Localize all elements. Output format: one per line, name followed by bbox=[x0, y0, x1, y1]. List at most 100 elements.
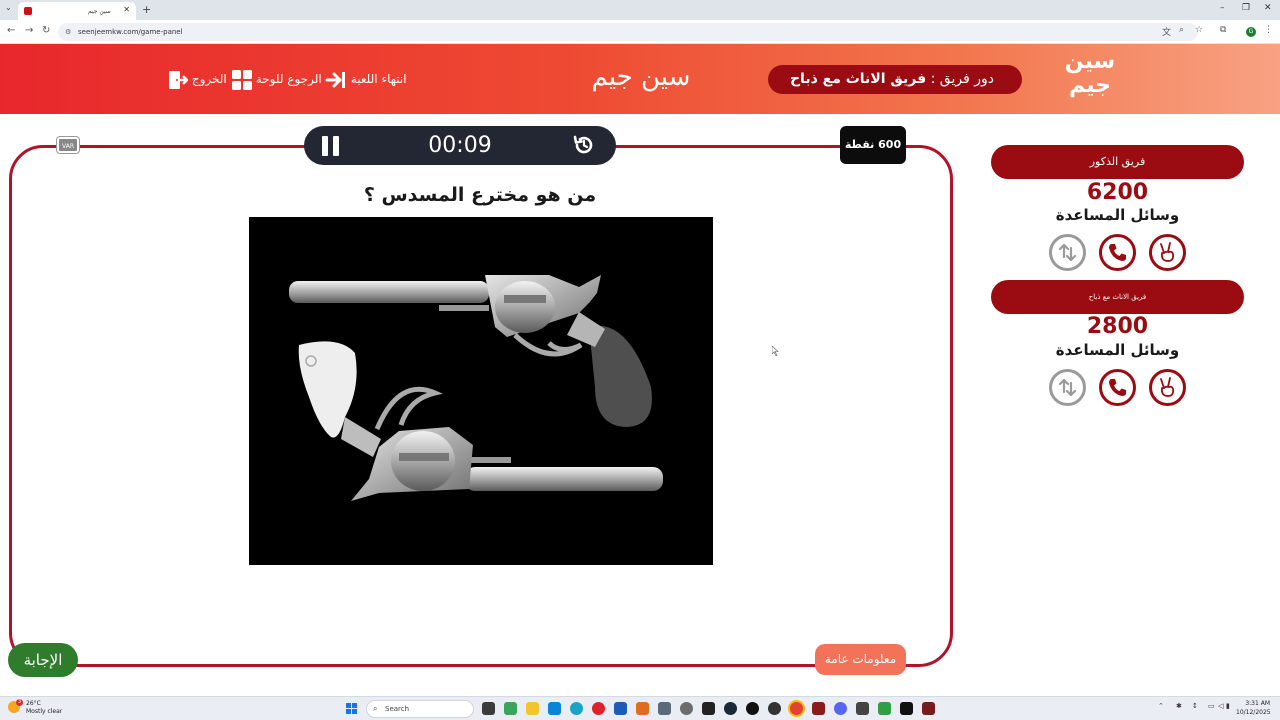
chrome-icon[interactable] bbox=[790, 702, 803, 715]
volume-icon[interactable]: ◁ bbox=[1218, 702, 1223, 710]
logo: سين جيم bbox=[1062, 50, 1118, 108]
team-1-swap-aid[interactable] bbox=[1049, 234, 1086, 271]
battery-icon[interactable]: ▮ bbox=[1226, 702, 1230, 710]
opera-icon[interactable] bbox=[592, 702, 605, 715]
window-close-icon[interactable]: ✕ bbox=[1264, 3, 1272, 13]
windows-start-icon[interactable] bbox=[346, 703, 358, 715]
back-icon[interactable]: ← bbox=[7, 25, 15, 36]
app-icon[interactable] bbox=[504, 702, 517, 715]
app-icon[interactable] bbox=[680, 702, 693, 715]
team-1-name: فريق الذكور bbox=[991, 145, 1244, 179]
team-2-name: فريق الاناث مع ذباح bbox=[991, 280, 1244, 314]
browser-tab[interactable]: سين جيم ✕ bbox=[18, 2, 136, 20]
category-badge[interactable]: معلومات عامة bbox=[815, 644, 906, 675]
team-2-swap-aid[interactable] bbox=[1049, 369, 1086, 406]
taskbar-search[interactable]: ⌕ Search bbox=[366, 700, 474, 718]
team-1-double-aid[interactable] bbox=[1149, 234, 1186, 271]
exit-door-icon bbox=[169, 70, 188, 89]
tray-app-icon[interactable]: ✱ bbox=[1176, 702, 1182, 710]
clock-date: 10/12/2025 bbox=[1236, 709, 1271, 716]
app-icon[interactable] bbox=[900, 702, 913, 715]
tab-list-icon[interactable]: ⌄ bbox=[5, 3, 12, 12]
reload-icon[interactable]: ↻ bbox=[42, 25, 50, 36]
forward-icon[interactable]: → bbox=[25, 25, 33, 36]
swap-icon bbox=[1058, 243, 1077, 262]
logo-line-2: جيم bbox=[1068, 73, 1112, 98]
url-text: seenjeemkw.com/game-panel bbox=[78, 28, 183, 36]
brand-title: سين جيم bbox=[591, 62, 691, 92]
turn-team-name: فريق الاناث مع ذباح bbox=[789, 71, 927, 87]
zoom-icon[interactable]: ⌕ bbox=[1179, 25, 1184, 35]
close-tab-icon[interactable]: ✕ bbox=[123, 5, 130, 14]
turn-prefix: دور فريق : bbox=[930, 71, 994, 87]
app-icon[interactable] bbox=[548, 702, 561, 715]
logo-line-1: سين bbox=[1064, 49, 1116, 74]
windows-taskbar: 3 26°C Mostly clear ⌕ Search ⌃ ✱ ↕ ▭ ◁ ▮… bbox=[0, 696, 1280, 720]
site-favicon-icon bbox=[24, 7, 32, 15]
tray-app-icon[interactable]: ↕ bbox=[1192, 702, 1198, 710]
maximize-icon[interactable]: ❐ bbox=[1242, 3, 1250, 13]
team-2-aids-label: وسائل المساعدة bbox=[1055, 341, 1180, 359]
address-bar-row: ← → ↻ ⚙ seenjeemkw.com/game-panel 文 ⌕ ☆ … bbox=[0, 20, 1280, 44]
file-explorer-icon[interactable] bbox=[526, 702, 539, 715]
mouse-cursor-icon bbox=[772, 346, 779, 356]
timer-bar: 00:09 bbox=[304, 126, 616, 165]
profile-avatar[interactable]: G bbox=[1246, 27, 1256, 37]
team-1-score: 6200 bbox=[1086, 180, 1149, 205]
back-to-board-button[interactable]: الرجوع للوحة bbox=[232, 68, 322, 90]
menu-kebab-icon[interactable]: ⋮ bbox=[1264, 25, 1273, 35]
team-2-score: 2800 bbox=[1086, 314, 1149, 339]
question-text: من هو مخترع المسدس ؟ bbox=[363, 184, 597, 206]
grid-icon bbox=[232, 69, 252, 90]
notification-badge: 3 bbox=[16, 699, 23, 706]
exit-label: الخروج bbox=[191, 72, 227, 86]
app-icon[interactable] bbox=[768, 702, 781, 715]
bookmark-star-icon[interactable]: ☆ bbox=[1195, 25, 1203, 35]
edge-icon[interactable] bbox=[570, 702, 583, 715]
discord-icon[interactable] bbox=[834, 702, 847, 715]
team-2-double-aid[interactable] bbox=[1149, 369, 1186, 406]
pause-icon[interactable] bbox=[322, 136, 340, 156]
phone-icon bbox=[1109, 244, 1126, 261]
reset-timer-icon[interactable] bbox=[572, 133, 596, 157]
peace-hand-icon bbox=[1160, 377, 1175, 397]
new-tab-icon[interactable]: + bbox=[142, 3, 151, 16]
site-info-icon[interactable]: ⚙ bbox=[65, 23, 71, 41]
app-icon[interactable] bbox=[636, 702, 649, 715]
app-icon[interactable] bbox=[812, 702, 825, 715]
tab-title: سين جيم bbox=[88, 8, 111, 15]
app-icon[interactable] bbox=[922, 702, 935, 715]
show-answer-button[interactable]: الإجابة bbox=[8, 643, 78, 677]
back-to-board-label: الرجوع للوحة bbox=[255, 72, 322, 86]
phone-icon bbox=[1109, 379, 1126, 396]
tray-overflow-icon[interactable]: ⌃ bbox=[1158, 702, 1164, 710]
steam-icon[interactable] bbox=[724, 702, 737, 715]
team-2-call-aid[interactable] bbox=[1099, 369, 1136, 406]
swap-icon bbox=[1058, 378, 1077, 397]
app-icon[interactable] bbox=[746, 702, 759, 715]
var-button[interactable]: VAR bbox=[57, 137, 79, 153]
arrow-to-end-icon bbox=[325, 71, 345, 88]
task-view-icon[interactable] bbox=[482, 702, 495, 715]
app-icon[interactable] bbox=[614, 702, 627, 715]
team-1-call-aid[interactable] bbox=[1099, 234, 1136, 271]
system-clock[interactable]: 3:31 AM 10/12/2025 bbox=[1236, 699, 1271, 717]
points-badge: 600 نقطة bbox=[840, 126, 906, 164]
app-icon[interactable] bbox=[856, 702, 869, 715]
browser-tab-bar: ⌄ سين جيم ✕ + – ❐ ✕ bbox=[0, 0, 1280, 20]
end-game-button[interactable]: انتهاء اللعبة bbox=[325, 68, 407, 90]
app-icon[interactable] bbox=[702, 702, 715, 715]
url-field[interactable]: ⚙ seenjeemkw.com/game-panel bbox=[58, 23, 1198, 41]
app-icon[interactable] bbox=[878, 702, 891, 715]
minimize-icon[interactable]: – bbox=[1220, 3, 1225, 13]
question-image bbox=[249, 217, 713, 565]
search-icon: ⌕ bbox=[373, 704, 378, 713]
translate-icon[interactable]: 文 bbox=[1162, 25, 1171, 38]
app-icon[interactable] bbox=[658, 702, 671, 715]
game-header: سين جيم دور فريق : فريق الاناث مع ذباح س… bbox=[0, 44, 1280, 114]
weather-condition: Mostly clear bbox=[26, 708, 63, 715]
network-icon[interactable]: ▭ bbox=[1208, 702, 1215, 710]
exit-button[interactable]: الخروج bbox=[168, 68, 227, 90]
extensions-icon[interactable]: ⧉ bbox=[1220, 25, 1226, 35]
end-game-label: انتهاء اللعبة bbox=[350, 72, 407, 86]
